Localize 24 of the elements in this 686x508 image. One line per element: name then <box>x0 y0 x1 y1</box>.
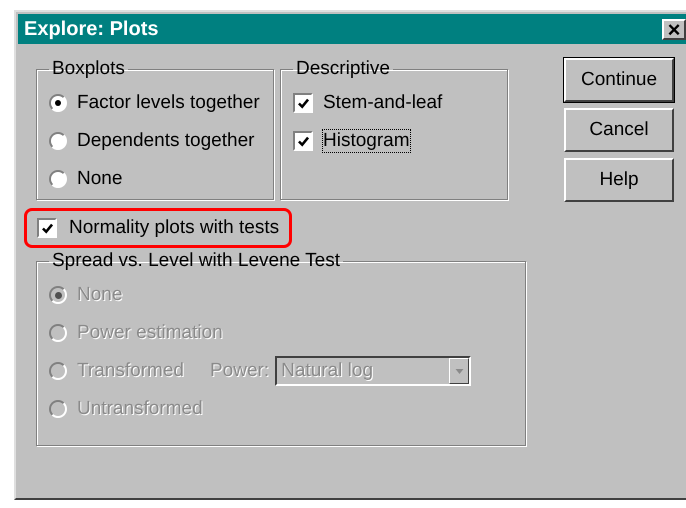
checkmark-icon <box>296 134 310 148</box>
dialog-button[interactable]: Help <box>564 158 674 202</box>
radio-button[interactable] <box>49 94 67 112</box>
checkmark-icon <box>40 222 54 234</box>
power-label: Power: <box>210 360 270 382</box>
checkbox-label[interactable]: Normality plots with tests <box>69 217 280 239</box>
radio-button[interactable] <box>49 132 67 150</box>
dialog-button[interactable]: Continue <box>564 58 674 102</box>
radio-label[interactable]: None <box>77 168 122 190</box>
checkbox[interactable] <box>293 93 313 113</box>
group-title: Spread vs. Level with Levene Test <box>51 250 341 272</box>
checkbox-label[interactable]: Histogram <box>323 130 410 152</box>
radio-label[interactable]: Dependents together <box>77 130 254 152</box>
window-title: Explore: Plots <box>24 18 158 40</box>
group-title: Descriptive <box>295 58 391 80</box>
checkbox[interactable] <box>37 218 57 238</box>
dialog-button[interactable]: Cancel <box>564 108 674 152</box>
checkbox[interactable] <box>293 131 313 151</box>
radio-button[interactable] <box>49 170 67 188</box>
radio-label[interactable]: Factor levels together <box>77 92 260 114</box>
group-title: Boxplots <box>51 58 126 80</box>
close-button[interactable]: × <box>662 18 686 40</box>
checkmark-icon <box>296 96 310 110</box>
checkbox-label[interactable]: Stem-and-leaf <box>323 92 442 114</box>
